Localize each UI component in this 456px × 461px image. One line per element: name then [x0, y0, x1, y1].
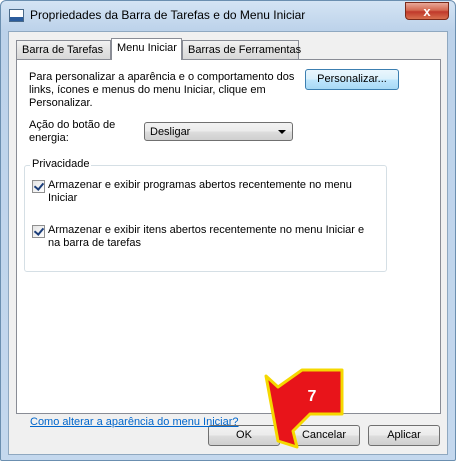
recent-items-label[interactable]: Armazenar e exibir itens abertos recente… — [48, 224, 373, 250]
window-title: Propriedades da Barra de Tarefas e do Me… — [30, 8, 306, 22]
properties-dialog: Propriedades da Barra de Tarefas e do Me… — [0, 0, 456, 461]
recent-items-checkbox[interactable] — [32, 225, 45, 238]
tab-barra-de-tarefas[interactable]: Barra de Tarefas — [16, 40, 111, 59]
dialog-client-area: Barra de Tarefas Menu Iniciar Barras de … — [8, 31, 448, 455]
title-bar[interactable]: Propriedades da Barra de Tarefas e do Me… — [1, 1, 455, 31]
customize-description: Para personalizar a aparência e o compor… — [29, 71, 295, 109]
privacy-group-title: Privacidade — [30, 158, 92, 170]
power-action-select[interactable]: Desligar — [144, 122, 293, 141]
recent-programs-label[interactable]: Armazenar e exibir programas abertos rec… — [48, 179, 373, 205]
recent-programs-checkbox[interactable] — [32, 180, 45, 193]
tab-panel-menu-iniciar: Para personalizar a aparência e o compor… — [16, 59, 441, 428]
privacy-group: Privacidade Armazenar e exibir programas… — [24, 158, 387, 272]
power-action-value: Desligar — [150, 126, 191, 138]
apply-button[interactable]: Aplicar — [368, 425, 440, 446]
chevron-down-icon — [278, 130, 286, 134]
tab-menu-iniciar[interactable]: Menu Iniciar — [111, 38, 182, 60]
annotation-number: 7 — [307, 388, 317, 405]
close-button[interactable]: x — [405, 2, 449, 20]
help-link[interactable]: Como alterar a aparência do menu Iniciar… — [30, 416, 239, 428]
customize-button[interactable]: Personalizar... — [305, 69, 399, 90]
power-action-label: Ação do botão de energia: — [29, 119, 116, 144]
tab-barras-de-ferramentas[interactable]: Barras de Ferramentas — [182, 40, 301, 59]
taskbar-properties-icon — [9, 9, 24, 22]
annotation-arrow-icon — [264, 368, 344, 449]
